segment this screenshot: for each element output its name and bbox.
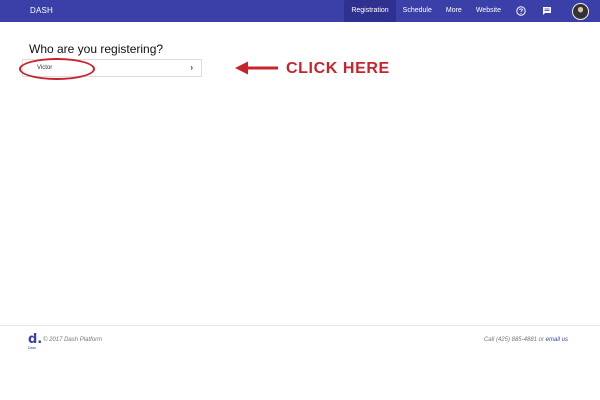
help-icon[interactable] (508, 0, 534, 22)
page-title: Who are you registering? (29, 42, 164, 56)
nav-website[interactable]: Website (469, 0, 508, 22)
nav-schedule[interactable]: Schedule (396, 0, 439, 22)
footer-divider (0, 325, 600, 326)
email-link[interactable]: email us (546, 337, 568, 343)
brand-logo-text[interactable]: DASH (30, 0, 53, 22)
chevron-right-icon: › (190, 63, 193, 72)
footer-logo: d. Dash (28, 332, 43, 352)
copyright-text: © 2017 Dash Platform (43, 337, 103, 343)
highlight-oval (19, 58, 95, 80)
avatar-container (560, 0, 600, 22)
contact-info: Call (425) 885-4881 or email us (484, 337, 568, 343)
nav-registration[interactable]: Registration (344, 0, 396, 22)
logo-mark: d. (28, 332, 43, 347)
main-nav: Registration Schedule More Website (344, 0, 600, 22)
nav-more[interactable]: More (439, 0, 469, 22)
avatar[interactable] (571, 2, 589, 20)
top-navbar: DASH Registration Schedule More Website (0, 0, 600, 22)
chat-icon[interactable] (534, 0, 560, 22)
contact-phone: Call (425) 885-4881 or (483, 337, 546, 343)
annotation-text: CLICK HERE (286, 60, 390, 77)
arrow-left-icon (235, 61, 278, 75)
